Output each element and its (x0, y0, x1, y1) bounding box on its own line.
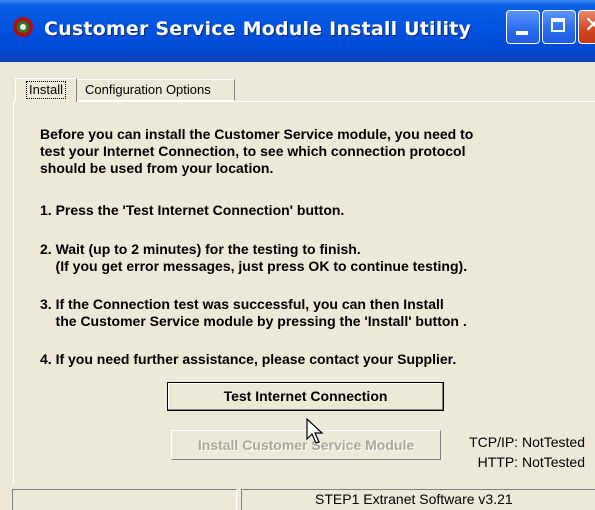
tab-configuration-options[interactable]: Configuration Options (77, 79, 235, 101)
status-bar-version: STEP1 Extranet Software v3.21 (241, 489, 595, 510)
tcpip-status: TCP/IP: NotTested (469, 434, 585, 450)
tab-config-label: Configuration Options (85, 82, 211, 97)
test-internet-connection-button[interactable]: Test Internet Connection (167, 382, 444, 411)
step-2-line-1: 2. Wait (up to 2 minutes) for the testin… (40, 241, 361, 257)
close-icon: ✕ (584, 13, 595, 38)
step-1: 1. Press the 'Test Internet Connection' … (40, 202, 345, 218)
tab-install-label: Install (26, 81, 66, 99)
intro-line-3: should be used from your location. (40, 160, 274, 176)
maximize-button[interactable] (542, 10, 576, 44)
intro-line-2: test your Internet Connection, to see wh… (40, 143, 466, 159)
status-bar: STEP1 Extranet Software v3.21 (0, 487, 595, 510)
step-4: 4. If you need further assistance, pleas… (40, 351, 457, 367)
title-bar[interactable]: Customer Service Module Install Utility … (0, 0, 595, 62)
app-logo-icon (13, 17, 33, 37)
step-2-line-2: (If you get error messages, just press O… (40, 258, 468, 274)
intro-line-1: Before you can install the Customer Serv… (40, 126, 474, 142)
close-button[interactable]: ✕ (578, 10, 595, 44)
tab-install[interactable]: Install (15, 78, 77, 102)
status-bar-left-panel (12, 489, 237, 510)
step-3-line-2: the Customer Service module by pressing … (40, 313, 467, 329)
mouse-cursor-icon (306, 418, 324, 444)
minimize-button[interactable] (506, 10, 540, 44)
step-3-line-1: 3. If the Connection test was successful… (40, 296, 444, 312)
maximize-icon (551, 18, 565, 32)
http-status: HTTP: NotTested (477, 454, 585, 470)
minimize-icon (516, 31, 528, 35)
window-title: Customer Service Module Install Utility (44, 18, 472, 40)
